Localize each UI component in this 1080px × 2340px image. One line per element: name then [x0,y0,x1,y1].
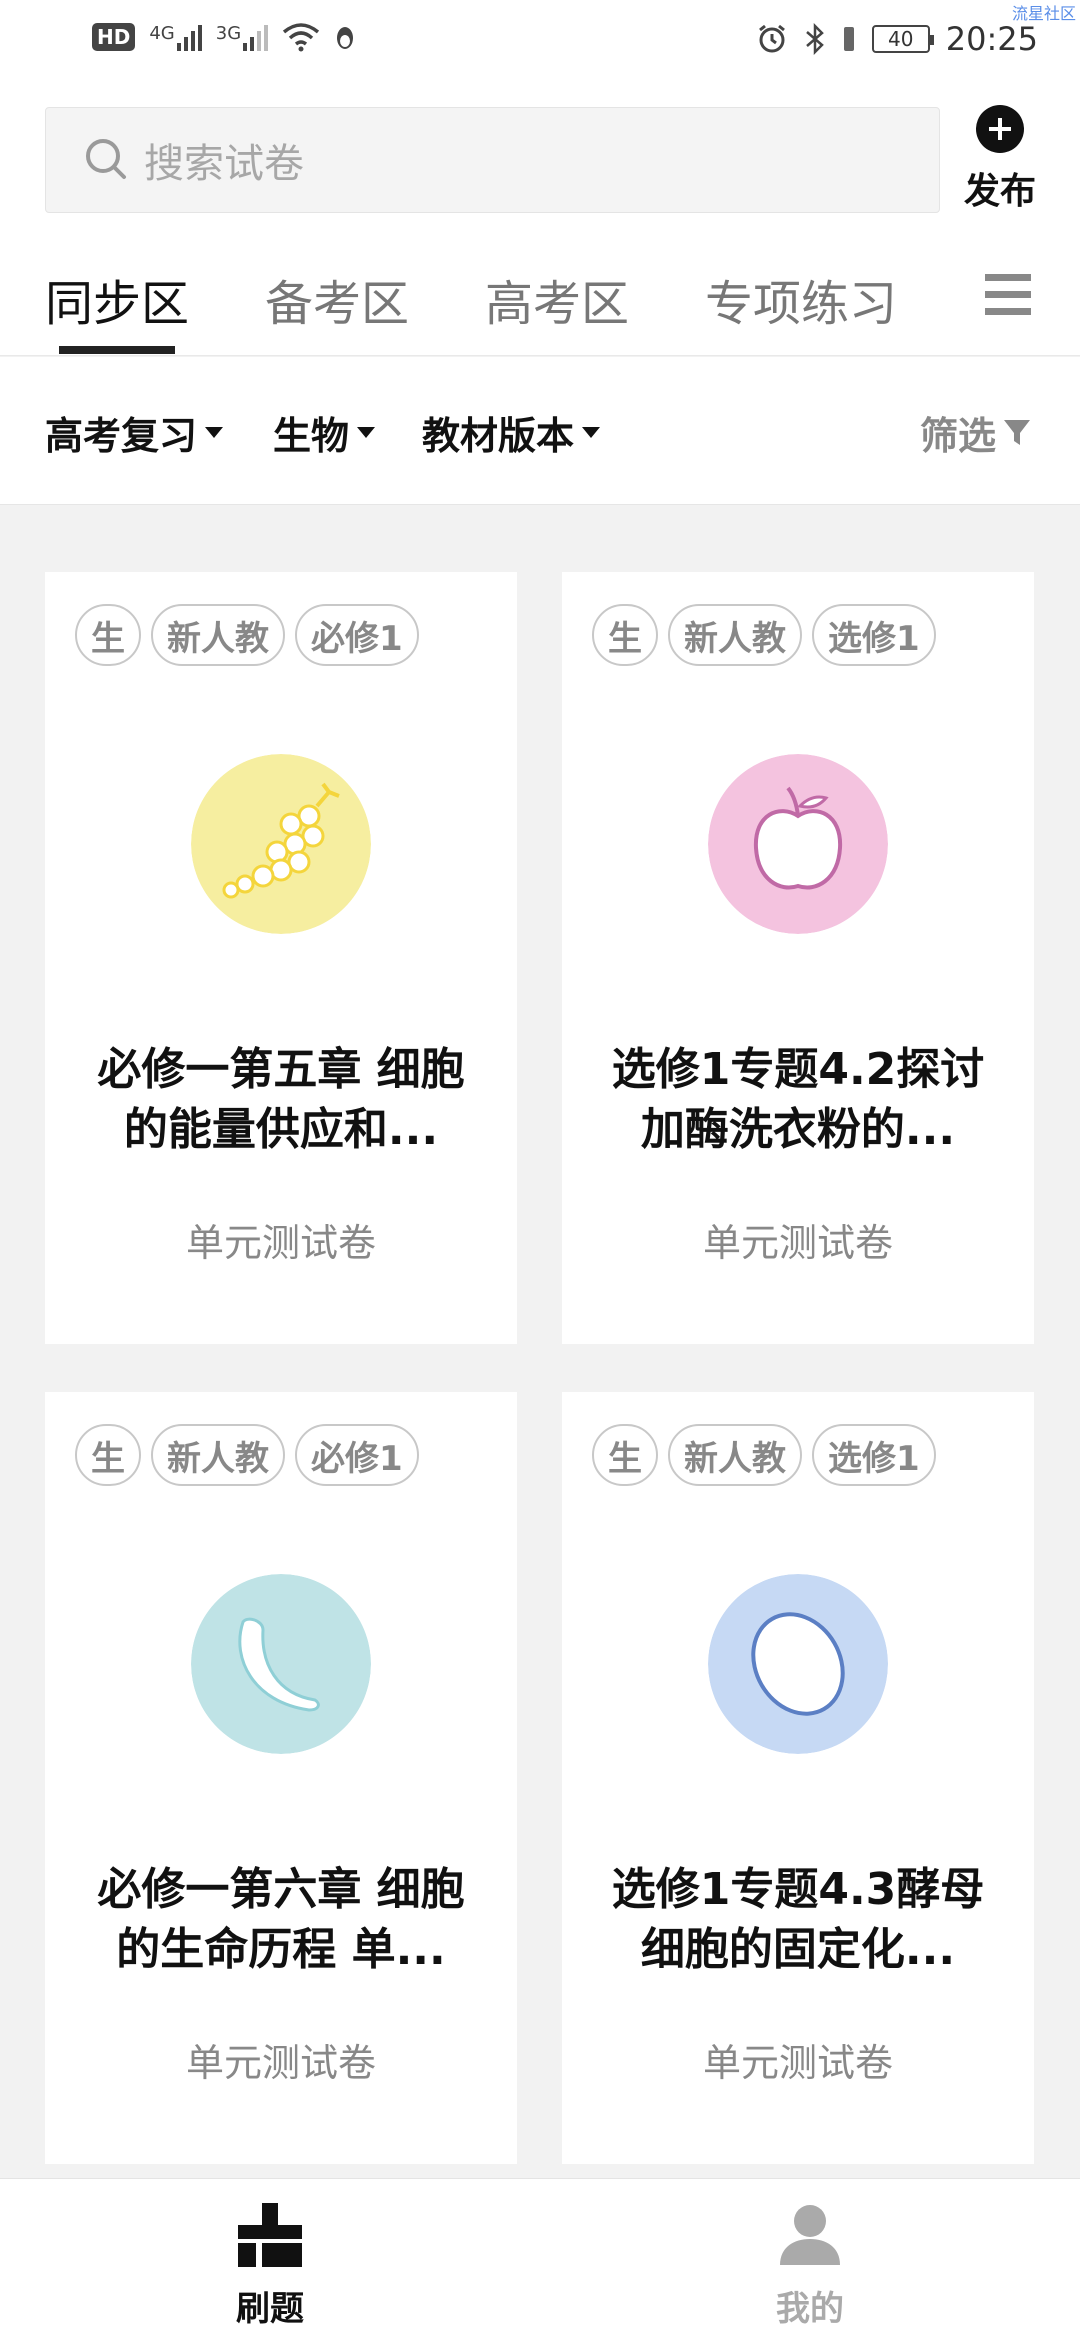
nav-practice-label: 刷题 [236,2289,304,2329]
paper-card[interactable]: 生 新人教 必修1 必修一第五章 细胞 的能量供应和... 单元测试卷 [45,572,517,1344]
bottom-nav: 刷题 我的 [0,2178,1080,2340]
search-input[interactable]: 搜索试卷 [45,107,940,213]
filter-review-label: 高考复习 [45,414,198,458]
brush-icon [238,2203,302,2267]
sim2-signal: 3G [215,23,269,51]
filter-bar: 高考复习 生物 教材版本 筛选 [0,357,1080,505]
battery-icon: 40 [871,25,934,53]
egg-icon [708,1574,888,1754]
vibrate-battery-icon [843,27,854,51]
caret-down-icon [357,427,376,438]
nav-practice[interactable]: 刷题 [200,2199,340,2330]
nav-mine[interactable]: 我的 [740,2199,880,2330]
tag-group: 生 新人教 必修1 [75,1424,419,1486]
menu-icon[interactable] [985,274,1031,324]
status-left-group: HD 4G 3G [92,22,356,52]
module-tag: 选修1 [812,1424,936,1486]
tab-special-practice[interactable]: 专项练习 [705,264,897,334]
subject-tag: 生 [592,604,658,666]
alarm-icon [758,24,785,53]
tab-gaokao[interactable]: 高考区 [485,264,629,334]
banana-icon [191,1574,371,1754]
edition-tag: 新人教 [151,604,285,666]
watermark-text: 流星社区 [1011,4,1076,23]
signal-bars-icon [176,23,202,51]
screen-filter-label: 筛选 [920,414,997,458]
publish-button[interactable]: 发布 [960,104,1040,214]
status-time: 20:25 [945,20,1038,58]
search-icon [82,135,132,185]
sim2-net-label: 3G [215,23,242,44]
paper-title: 必修一第五章 细胞 的能量供应和... [97,1044,465,1155]
paper-card[interactable]: 生 新人教 选修1 选修1专题4.2探讨 加酶洗衣粉的... 单元测试卷 [562,572,1034,1344]
paper-title: 选修1专题4.3酵母 细胞的固定化... [611,1864,985,1975]
bluetooth-icon [805,23,824,55]
paper-card[interactable]: 生 新人教 选修1 选修1专题4.3酵母 细胞的固定化... 单元测试卷 [562,1392,1034,2164]
filter-review-dropdown[interactable]: 高考复习 [45,405,224,460]
module-tag: 选修1 [812,604,936,666]
paper-title: 必修一第六章 细胞 的生命历程 单... [97,1864,465,1975]
caret-down-icon [205,427,224,438]
active-tab-indicator [59,346,175,354]
edition-tag: 新人教 [668,604,802,666]
nav-mine-label: 我的 [776,2289,844,2329]
module-tag: 必修1 [295,604,419,666]
filter-subject-label: 生物 [273,414,350,458]
sim1-signal: 4G [149,23,202,51]
paper-title: 选修1专题4.2探讨 加酶洗衣粉的... [611,1044,985,1155]
paper-card[interactable]: 生 新人教 必修1 必修一第六章 细胞 的生命历程 单... 单元测试卷 [45,1392,517,2164]
status-bar: HD 4G 3G 40 20:25 流星社区 [0,0,1080,90]
tab-prepare[interactable]: 备考区 [265,264,409,334]
paper-type: 单元测试卷 [702,2041,893,2085]
subject-tag: 生 [75,604,141,666]
search-placeholder: 搜索试卷 [144,141,304,187]
hd-badge: HD [92,23,136,51]
subject-tag: 生 [75,1424,141,1486]
paper-type: 单元测试卷 [702,1221,893,1265]
section-tabs: 同步区 备考区 高考区 专项练习 [0,240,1080,356]
module-tag: 必修1 [295,1424,419,1486]
edition-tag: 新人教 [151,1424,285,1486]
tag-group: 生 新人教 必修1 [75,604,419,666]
status-right-group: 40 20:25 [756,20,1038,58]
paper-type: 单元测试卷 [185,2041,376,2085]
apple-icon [708,754,888,934]
funnel-icon [1004,419,1031,445]
paper-type: 单元测试卷 [185,1221,376,1265]
user-icon [780,2205,840,2265]
qq-penguin-icon [337,27,354,49]
screen-filter-button[interactable]: 筛选 [920,405,1032,460]
filter-subject-dropdown[interactable]: 生物 [273,405,376,460]
filter-edition-label: 教材版本 [422,414,575,458]
subject-tag: 生 [592,1424,658,1486]
tag-group: 生 新人教 选修1 [592,604,936,666]
search-header: 搜索试卷 发布 [0,90,1080,240]
tab-sync[interactable]: 同步区 [45,264,189,334]
plus-circle-icon [976,105,1024,153]
tag-group: 生 新人教 选修1 [592,1424,936,1486]
sim1-net-label: 4G [149,23,175,44]
grapes-icon [191,754,371,934]
filter-edition-dropdown[interactable]: 教材版本 [422,405,601,460]
wifi-icon [283,23,320,52]
signal-bars-icon [243,23,269,51]
caret-down-icon [582,427,601,438]
edition-tag: 新人教 [668,1424,802,1486]
publish-label: 发布 [963,171,1036,212]
